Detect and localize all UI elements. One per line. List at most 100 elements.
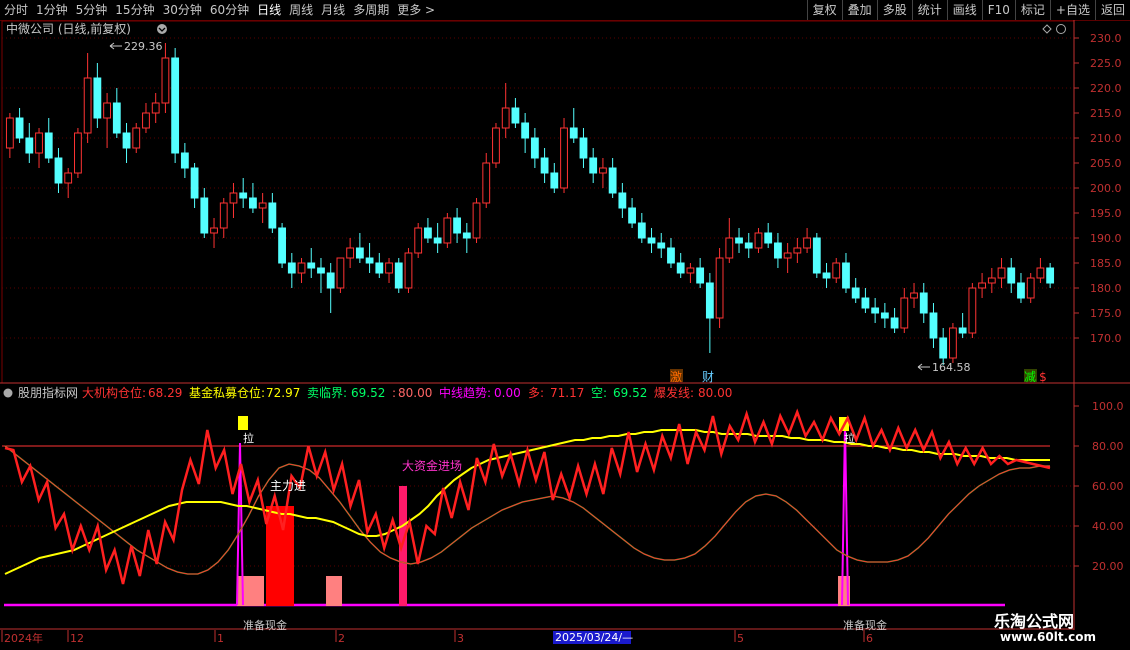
toolbar-button-6[interactable]: 标记 (1014, 0, 1050, 20)
toolbar-actions: 复权 叠加 多股 统计 画线 F10 标记 +自选 返回 (806, 0, 1130, 20)
candle-body (297, 262, 306, 274)
indicator-item-label: 基金私募仓位: (189, 385, 265, 400)
date-label: 2024年 (4, 631, 43, 645)
candle-body (705, 282, 714, 319)
candle-body (696, 267, 705, 284)
candle-body (180, 152, 189, 169)
indicator-axis-label: 80.00 (1092, 440, 1124, 453)
event-mark[interactable]: $ (1039, 370, 1047, 384)
date-label: 3 (457, 632, 464, 645)
toolbar-button-3[interactable]: 统计 (911, 0, 947, 20)
candle-body (258, 202, 267, 209)
indicator-item-label: 爆发线: (654, 385, 694, 400)
candle-body (355, 247, 364, 259)
candle-body (987, 277, 996, 284)
price-axis-label: 180.0 (1090, 282, 1122, 295)
institution-position-line (4, 408, 1051, 585)
candle-body (482, 162, 491, 204)
indicator-bar (250, 576, 264, 606)
toolbar-button-5[interactable]: F10 (981, 0, 1015, 20)
candle-body (511, 107, 520, 124)
indicator-item-value: 68.29 (148, 386, 182, 400)
candle-body (1036, 267, 1045, 279)
candle-body (530, 137, 539, 159)
candle-body (978, 282, 986, 289)
candle-body (822, 272, 831, 279)
candle-body (997, 267, 1006, 279)
price-axis-label: 170.0 (1090, 332, 1122, 345)
candle-body (229, 192, 238, 204)
candle-body (414, 227, 423, 254)
candle-body (35, 132, 43, 154)
cursor-date: 2025/03/24/— (555, 631, 633, 644)
indicator-axis-label: 100.0 (1092, 400, 1124, 413)
price-axis-label: 210.0 (1090, 132, 1122, 145)
candle-body (628, 207, 636, 224)
period-tab-6[interactable]: 日线 (253, 0, 285, 20)
candle-body (667, 247, 675, 264)
candle-body (774, 242, 782, 259)
candle-body (453, 217, 461, 234)
period-tab-2[interactable]: 5分钟 (72, 0, 112, 20)
price-axis-labels: 230.0 225.0 220.0 215.0 210.0 205.0 200.0 195.0… (1074, 32, 1122, 345)
candle-body (569, 127, 578, 139)
candle-body (949, 327, 957, 359)
candle-body (1026, 277, 1035, 299)
diamond-icon[interactable] (1042, 24, 1052, 34)
candle-body (550, 172, 559, 189)
price-axis-label: 205.0 (1090, 157, 1122, 170)
candle-body (521, 122, 530, 139)
indicator-bar (237, 576, 251, 606)
candle-body (851, 287, 860, 299)
candle-body (608, 167, 617, 194)
period-tab-8[interactable]: 月线 (317, 0, 349, 20)
high-arrow-icon (109, 42, 122, 50)
date-label: 5 (737, 632, 744, 645)
indicator-item-label: 空: (591, 386, 607, 400)
toolbar-button-4[interactable]: 画线 (946, 0, 982, 20)
period-tab-7[interactable]: 周线 (285, 0, 317, 20)
price-axis-label: 185.0 (1090, 257, 1122, 270)
toolbar-button-7[interactable]: +自选 (1049, 0, 1095, 20)
indicator-item-label: 中线趋势: (439, 385, 491, 400)
period-tab-5[interactable]: 60分钟 (206, 0, 253, 20)
indicator-menu-icon[interactable] (3, 388, 13, 398)
candle-body (54, 157, 63, 184)
watermark-url: www.60lt.com (1000, 630, 1097, 644)
event-mark[interactable]: 财 (702, 370, 714, 384)
candle-body (793, 247, 802, 254)
candle-body (365, 257, 374, 264)
indicator-item-value: 69.52 (351, 386, 385, 400)
candle-body (151, 102, 160, 114)
title-dropdown-icon[interactable] (157, 24, 167, 34)
candle-body (307, 262, 316, 269)
toolbar-button-1[interactable]: 叠加 (841, 0, 877, 20)
indicator-item-value: 0.00 (494, 386, 521, 400)
candle-body (599, 167, 607, 174)
period-tab-9[interactable]: 多周期 (349, 0, 393, 20)
candle-body (929, 312, 938, 339)
period-tab-1[interactable]: 1分钟 (32, 0, 72, 20)
settings-icon[interactable] (1056, 24, 1066, 34)
event-mark[interactable]: 激 (670, 370, 682, 384)
price-axis-label: 195.0 (1090, 207, 1122, 220)
event-mark[interactable]: 减 (1024, 370, 1036, 384)
period-tab-10[interactable]: 更多 > (393, 0, 439, 20)
candle-body (910, 292, 918, 299)
indicator-name[interactable]: 股朋指标网 (18, 385, 78, 400)
toolbar-button-2[interactable]: 多股 (876, 0, 912, 20)
period-tab-4[interactable]: 30分钟 (159, 0, 206, 20)
candle-body (842, 262, 850, 289)
toolbar-button-8[interactable]: 返回 (1094, 0, 1130, 20)
pull-marker (238, 416, 248, 430)
candle-body (83, 77, 92, 134)
candle-body (433, 237, 442, 244)
date-label: 12 (70, 632, 84, 645)
candle-body (103, 102, 111, 119)
period-tab-0[interactable]: 分时 (0, 0, 32, 20)
candle-body (336, 257, 345, 289)
low-arrow-icon (917, 363, 930, 371)
period-tab-3[interactable]: 15分钟 (111, 0, 158, 20)
candle-body (968, 287, 977, 334)
toolbar-button-0[interactable]: 复权 (806, 0, 842, 20)
